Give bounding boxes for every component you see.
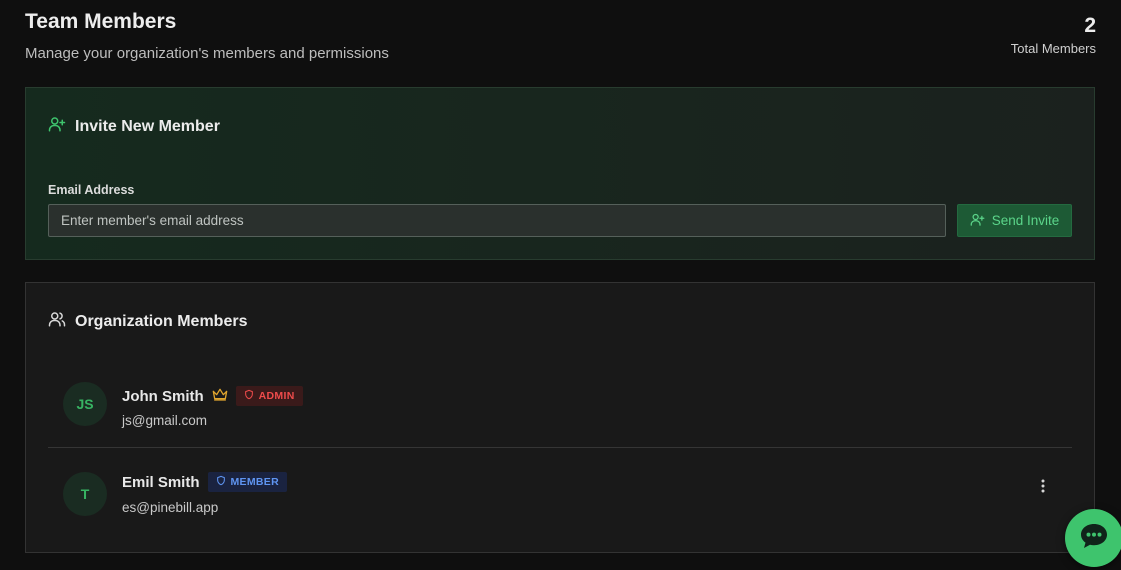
member-email: js@gmail.com [122, 413, 207, 428]
user-plus-icon [970, 212, 985, 230]
chat-bubble-icon [1079, 522, 1109, 555]
chat-support-button[interactable] [1065, 509, 1121, 567]
invite-heading-label: Invite New Member [75, 117, 220, 135]
member-name-line: John Smith ADMIN [122, 386, 303, 406]
page-header: Team Members Manage your organization's … [25, 10, 1096, 70]
role-badge-member: MEMBER [207, 472, 287, 492]
member-name: John Smith [122, 387, 204, 405]
avatar: T [63, 472, 107, 516]
user-plus-icon [48, 115, 66, 138]
member-name: Emil Smith [122, 473, 200, 491]
shield-icon [216, 475, 226, 489]
members-heading: Organization Members [48, 310, 247, 333]
shield-icon [244, 389, 254, 403]
total-members-stat: 2 Total Members [1011, 14, 1096, 56]
avatar: JS [63, 382, 107, 426]
page-subtitle: Manage your organization's members and p… [25, 45, 389, 62]
member-actions-button[interactable] [1034, 478, 1052, 498]
invite-heading: Invite New Member [48, 115, 220, 138]
role-label: ADMIN [258, 390, 295, 402]
role-label: MEMBER [230, 476, 279, 488]
send-invite-label: Send Invite [991, 213, 1060, 228]
member-row: T Emil Smith MEMBER es@pinebill.app [48, 447, 1072, 527]
members-heading-label: Organization Members [75, 312, 248, 330]
email-address-input[interactable] [48, 204, 946, 237]
total-members-count: 2 [1084, 14, 1096, 37]
email-address-label: Email Address [48, 183, 135, 197]
member-email: es@pinebill.app [122, 500, 219, 515]
users-icon [48, 310, 66, 333]
member-name-line: Emil Smith MEMBER [122, 472, 287, 492]
total-members-label: Total Members [1010, 41, 1096, 56]
organization-members-card: Organization Members JS John Smith ADMIN [25, 282, 1095, 553]
crown-icon [212, 387, 228, 406]
invite-member-card: Invite New Member Email Address Send Inv… [25, 87, 1095, 260]
member-row: JS John Smith ADMIN js@gmail.com [48, 367, 1072, 447]
more-vertical-icon [1041, 479, 1045, 498]
send-invite-button[interactable]: Send Invite [957, 204, 1072, 237]
page-title: Team Members [25, 10, 177, 33]
role-badge-admin: ADMIN [235, 386, 303, 406]
